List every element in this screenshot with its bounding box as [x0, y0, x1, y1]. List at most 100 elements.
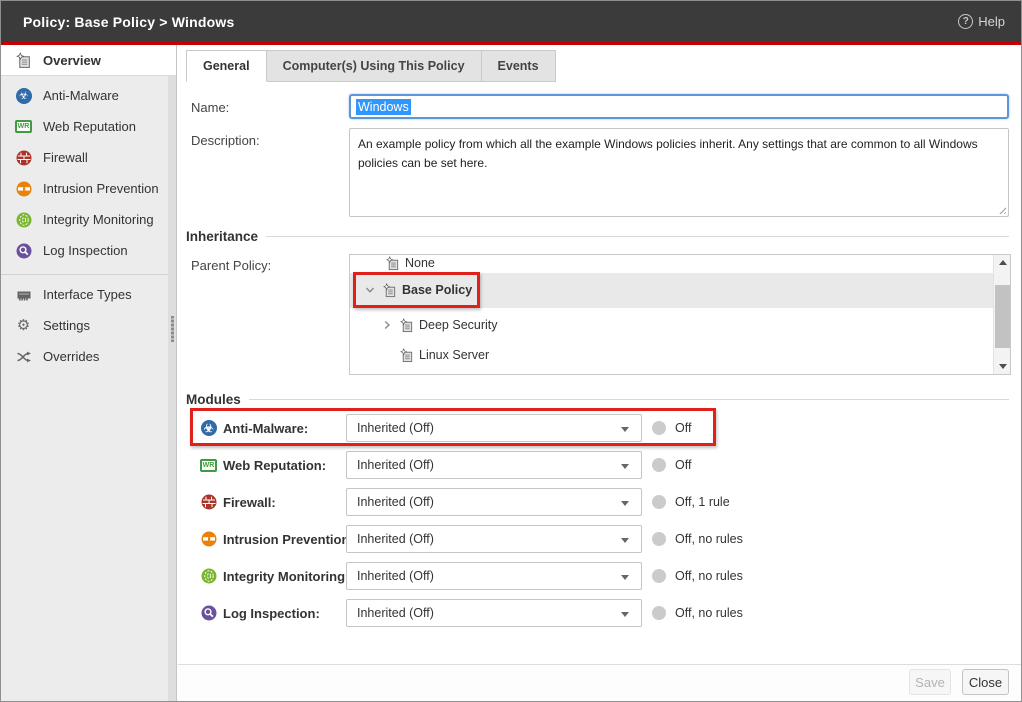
- parent-policy-tree: None Base Policy Deep Security: [349, 254, 1011, 375]
- sidebar-item-anti-malware[interactable]: ☣ Anti-Malware: [1, 80, 176, 111]
- module-status: Off: [675, 414, 691, 442]
- status-dot: [652, 421, 666, 435]
- module-status: Off, no rules: [675, 599, 743, 627]
- description-text: An example policy from which all the exa…: [358, 137, 978, 170]
- tree-item-label: Linux Server: [419, 348, 489, 362]
- module-label: WR Web Reputation:: [200, 451, 326, 479]
- firewall-icon: [15, 149, 32, 166]
- window-title-path: Base Policy > Windows: [74, 14, 234, 30]
- close-button[interactable]: Close: [962, 669, 1009, 695]
- intrusion-prevention-icon: [15, 180, 32, 197]
- section-divider-line: [266, 236, 1009, 237]
- modules-section-header: Modules: [186, 392, 1009, 407]
- intrusion-prevention-state-dropdown[interactable]: Inherited (Off): [346, 525, 642, 553]
- policy-icon: [381, 282, 398, 299]
- module-row-intrusion-prevention: Intrusion Prevention: Inherited (Off) Of…: [178, 525, 858, 553]
- name-input[interactable]: Windows: [349, 94, 1009, 119]
- sidebar-item-label: Anti-Malware: [43, 88, 119, 103]
- chevron-right-icon[interactable]: [381, 319, 393, 331]
- title-bar: Policy: Base Policy > Windows ? Help: [1, 1, 1021, 42]
- description-textarea[interactable]: An example policy from which all the exa…: [349, 128, 1009, 217]
- policy-icon: [398, 317, 415, 334]
- sidebar-divider: [1, 274, 176, 275]
- module-status: Off, 1 rule: [675, 488, 730, 516]
- sidebar-item-intrusion-prevention[interactable]: Intrusion Prevention: [1, 173, 176, 204]
- tree-item-base-policy[interactable]: Base Policy: [364, 275, 472, 305]
- tab-general[interactable]: General: [186, 50, 267, 82]
- status-dot: [652, 569, 666, 583]
- sidebar-item-integrity-monitoring[interactable]: Integrity Monitoring: [1, 204, 176, 235]
- inheritance-section-title: Inheritance: [186, 229, 258, 244]
- resize-grip-icon[interactable]: [997, 205, 1006, 214]
- chevron-down-icon: [621, 427, 629, 432]
- name-label: Name:: [191, 100, 229, 115]
- sidebar-item-firewall[interactable]: Firewall: [1, 142, 176, 173]
- tree-scrollbar[interactable]: [993, 255, 1010, 374]
- module-row-web-reputation: WR Web Reputation: Inherited (Off) Off: [178, 451, 858, 479]
- anti-malware-icon: ☣: [200, 420, 217, 437]
- chevron-down-icon: [621, 538, 629, 543]
- sidebar-item-overview[interactable]: Overview: [1, 45, 176, 76]
- tree-item-deep-security[interactable]: Deep Security: [381, 310, 498, 340]
- module-label: Integrity Monitoring:: [200, 562, 349, 590]
- module-row-firewall: Firewall: Inherited (Off) Off, 1 rule: [178, 488, 858, 516]
- module-row-log-inspection: Log Inspection: Inherited (Off) Off, no …: [178, 599, 858, 627]
- scroll-up-icon[interactable]: [994, 255, 1011, 270]
- save-button[interactable]: Save: [909, 669, 951, 695]
- module-status: Off: [675, 451, 691, 479]
- firewall-icon: [200, 494, 217, 511]
- log-inspection-state-dropdown[interactable]: Inherited (Off): [346, 599, 642, 627]
- module-label: Intrusion Prevention:: [200, 525, 354, 553]
- tree-item-label: None: [405, 256, 435, 270]
- help-button[interactable]: ? Help: [958, 14, 1005, 29]
- sidebar-item-label: Web Reputation: [43, 119, 136, 134]
- chevron-down-icon: [621, 575, 629, 580]
- chevron-down-icon: [621, 464, 629, 469]
- inheritance-section-header: Inheritance: [186, 229, 1009, 244]
- scrollbar-thumb[interactable]: [995, 285, 1010, 348]
- main-content: General Computer(s) Using This Policy Ev…: [178, 45, 1021, 701]
- sidebar-item-label: Intrusion Prevention: [43, 181, 159, 196]
- web-reputation-state-dropdown[interactable]: Inherited (Off): [346, 451, 642, 479]
- sidebar-item-web-reputation[interactable]: WR Web Reputation: [1, 111, 176, 142]
- parent-policy-label: Parent Policy:: [191, 258, 271, 273]
- gear-icon: ⚙: [15, 317, 32, 334]
- module-status: Off, no rules: [675, 562, 743, 590]
- log-inspection-icon: [200, 605, 217, 622]
- name-input-selected-text: Windows: [356, 99, 411, 115]
- web-reputation-icon: WR: [200, 457, 217, 474]
- tree-item-label: Deep Security: [419, 318, 498, 332]
- sidebar-item-settings[interactable]: ⚙ Settings: [1, 310, 176, 341]
- window-title: Policy: Base Policy > Windows: [23, 14, 234, 30]
- module-label: ☣ Anti-Malware:: [200, 414, 308, 442]
- tree-item-linux-server[interactable]: Linux Server: [398, 340, 489, 370]
- web-reputation-icon: WR: [15, 118, 32, 135]
- sidebar-item-label: Overview: [43, 53, 101, 68]
- anti-malware-state-dropdown[interactable]: Inherited (Off): [346, 414, 642, 442]
- help-label: Help: [978, 14, 1005, 29]
- sidebar-item-label: Log Inspection: [43, 243, 128, 258]
- sidebar-item-label: Firewall: [43, 150, 88, 165]
- sidebar-item-interface-types[interactable]: Interface Types: [1, 279, 176, 310]
- integrity-monitoring-state-dropdown[interactable]: Inherited (Off): [346, 562, 642, 590]
- tree-item-partial: [398, 370, 415, 375]
- sidebar-collapse-handle[interactable]: [171, 316, 174, 342]
- tab-bar: General Computer(s) Using This Policy Ev…: [186, 50, 556, 82]
- status-dot: [652, 458, 666, 472]
- sidebar-item-label: Integrity Monitoring: [43, 212, 154, 227]
- tab-events[interactable]: Events: [482, 50, 556, 82]
- sidebar: Overview ☣ Anti-Malware WR Web Reputatio…: [1, 45, 177, 701]
- integrity-monitoring-icon: [15, 211, 32, 228]
- tab-computers-using-this-policy[interactable]: Computer(s) Using This Policy: [267, 50, 482, 82]
- section-divider-line: [249, 399, 1009, 400]
- sidebar-item-log-inspection[interactable]: Log Inspection: [1, 235, 176, 266]
- sidebar-item-label: Overrides: [43, 349, 99, 364]
- tree-item-label: Base Policy: [402, 283, 472, 297]
- scroll-down-icon[interactable]: [994, 359, 1011, 374]
- help-icon: ?: [958, 14, 973, 29]
- chevron-down-icon: [621, 501, 629, 506]
- chevron-down-icon[interactable]: [364, 284, 376, 296]
- sidebar-item-overrides[interactable]: Overrides: [1, 341, 176, 372]
- module-row-integrity-monitoring: Integrity Monitoring: Inherited (Off) Of…: [178, 562, 858, 590]
- firewall-state-dropdown[interactable]: Inherited (Off): [346, 488, 642, 516]
